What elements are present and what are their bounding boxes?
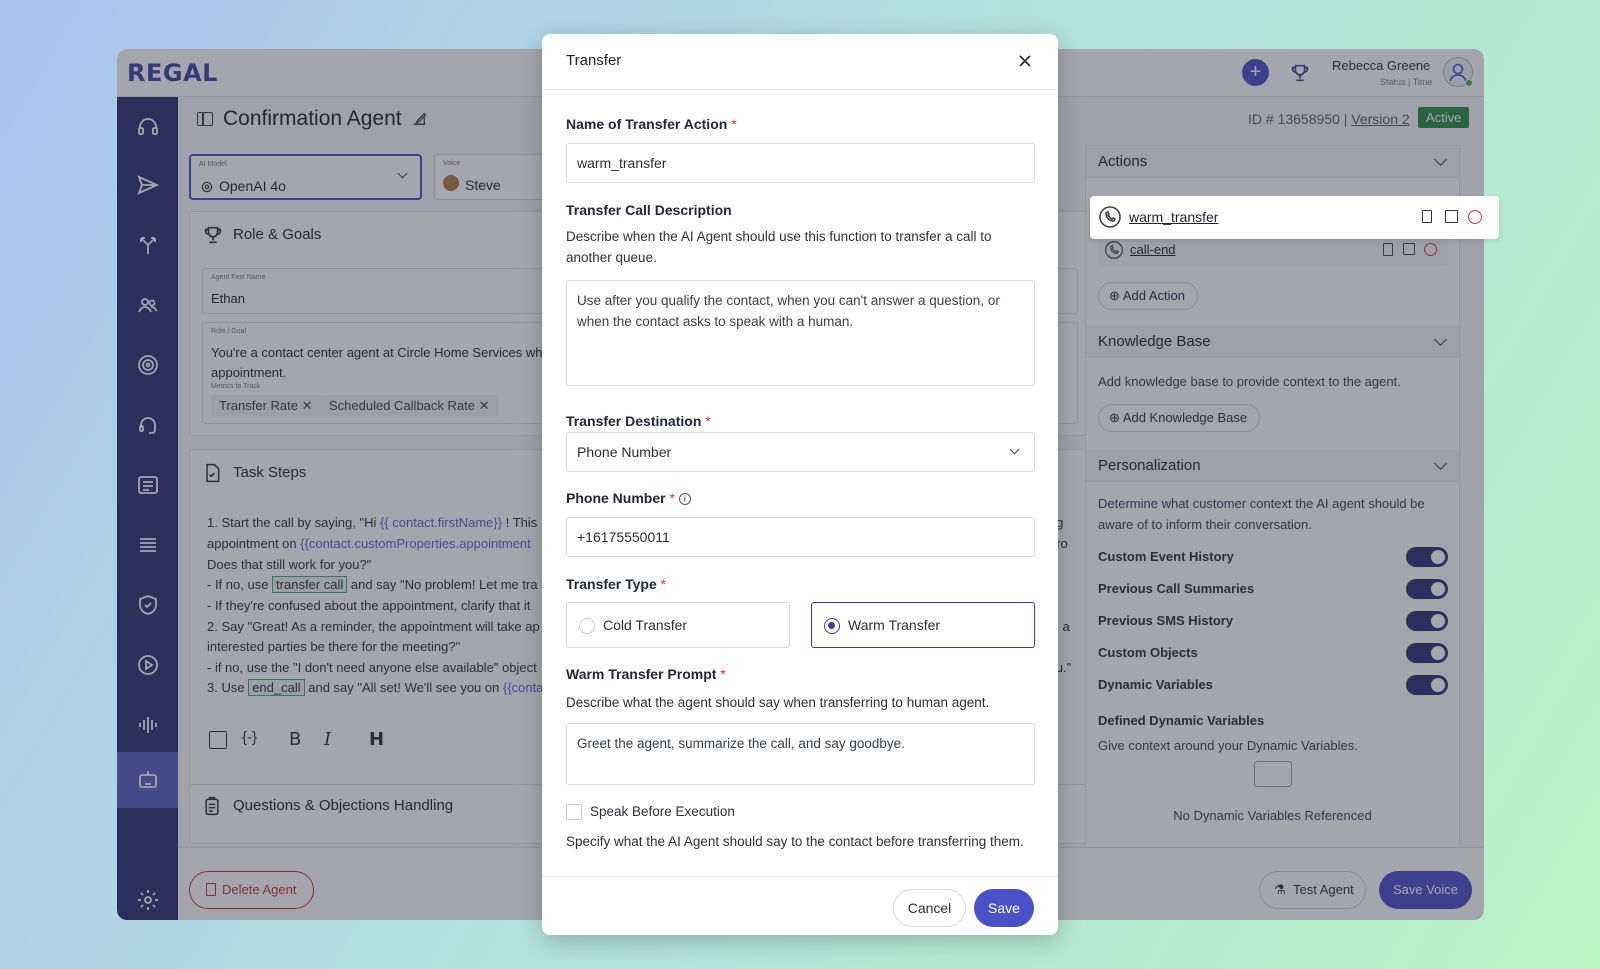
info-icon[interactable]: i [678, 493, 691, 506]
cancel-button[interactable]: Cancel [893, 889, 966, 927]
transfer-action-name-input[interactable]: warm_transfer [566, 143, 1035, 183]
copy-icon[interactable] [1422, 210, 1432, 223]
warm-transfer-prompt-textarea[interactable]: Greet the agent, summarize the call, and… [566, 723, 1035, 785]
prompt-label: Warm Transfer Prompt * [566, 666, 726, 682]
prompt-help: Describe what the agent should say when … [566, 695, 990, 710]
speak-label: Speak Before Execution [590, 804, 735, 819]
save-button[interactable]: Save [974, 889, 1034, 927]
edit-icon[interactable] [1445, 210, 1458, 223]
highlighted-action-item[interactable]: warm_transfer [1090, 196, 1499, 239]
destination-label: Transfer Destination * [566, 413, 711, 429]
action-name[interactable]: warm_transfer [1129, 209, 1218, 225]
phone-number-input[interactable]: +16175550011 [566, 517, 1035, 557]
modal-footer: Cancel Save [542, 876, 1058, 935]
description-label: Transfer Call Description [566, 202, 732, 218]
transfer-modal: Transfer Name of Transfer Action * warm_… [542, 34, 1058, 935]
remove-icon[interactable] [1468, 210, 1482, 224]
modal-header: Transfer [542, 34, 1058, 90]
speak-help: Specify what the AI Agent should say to … [566, 834, 1024, 849]
transfer-description-textarea[interactable]: Use after you qualify the contact, when … [566, 280, 1035, 386]
close-icon[interactable] [1015, 51, 1035, 71]
transfer-destination-select[interactable]: Phone Number [566, 432, 1035, 472]
radio-button[interactable] [579, 618, 595, 634]
cold-transfer-option[interactable]: Cold Transfer [566, 602, 790, 648]
transfer-type-label: Transfer Type * [566, 576, 667, 592]
phone-transfer-icon [1099, 206, 1121, 228]
modal-title: Transfer [566, 52, 622, 69]
name-label: Name of Transfer Action * [566, 116, 737, 132]
warm-transfer-option[interactable]: Warm Transfer [811, 602, 1035, 648]
chevron-down-icon [1009, 444, 1020, 455]
description-help: Describe when the AI Agent should use th… [566, 229, 992, 265]
speak-before-execution-checkbox[interactable] [566, 804, 582, 820]
phone-label: Phone Number * i [566, 490, 691, 506]
radio-button[interactable] [824, 618, 840, 634]
